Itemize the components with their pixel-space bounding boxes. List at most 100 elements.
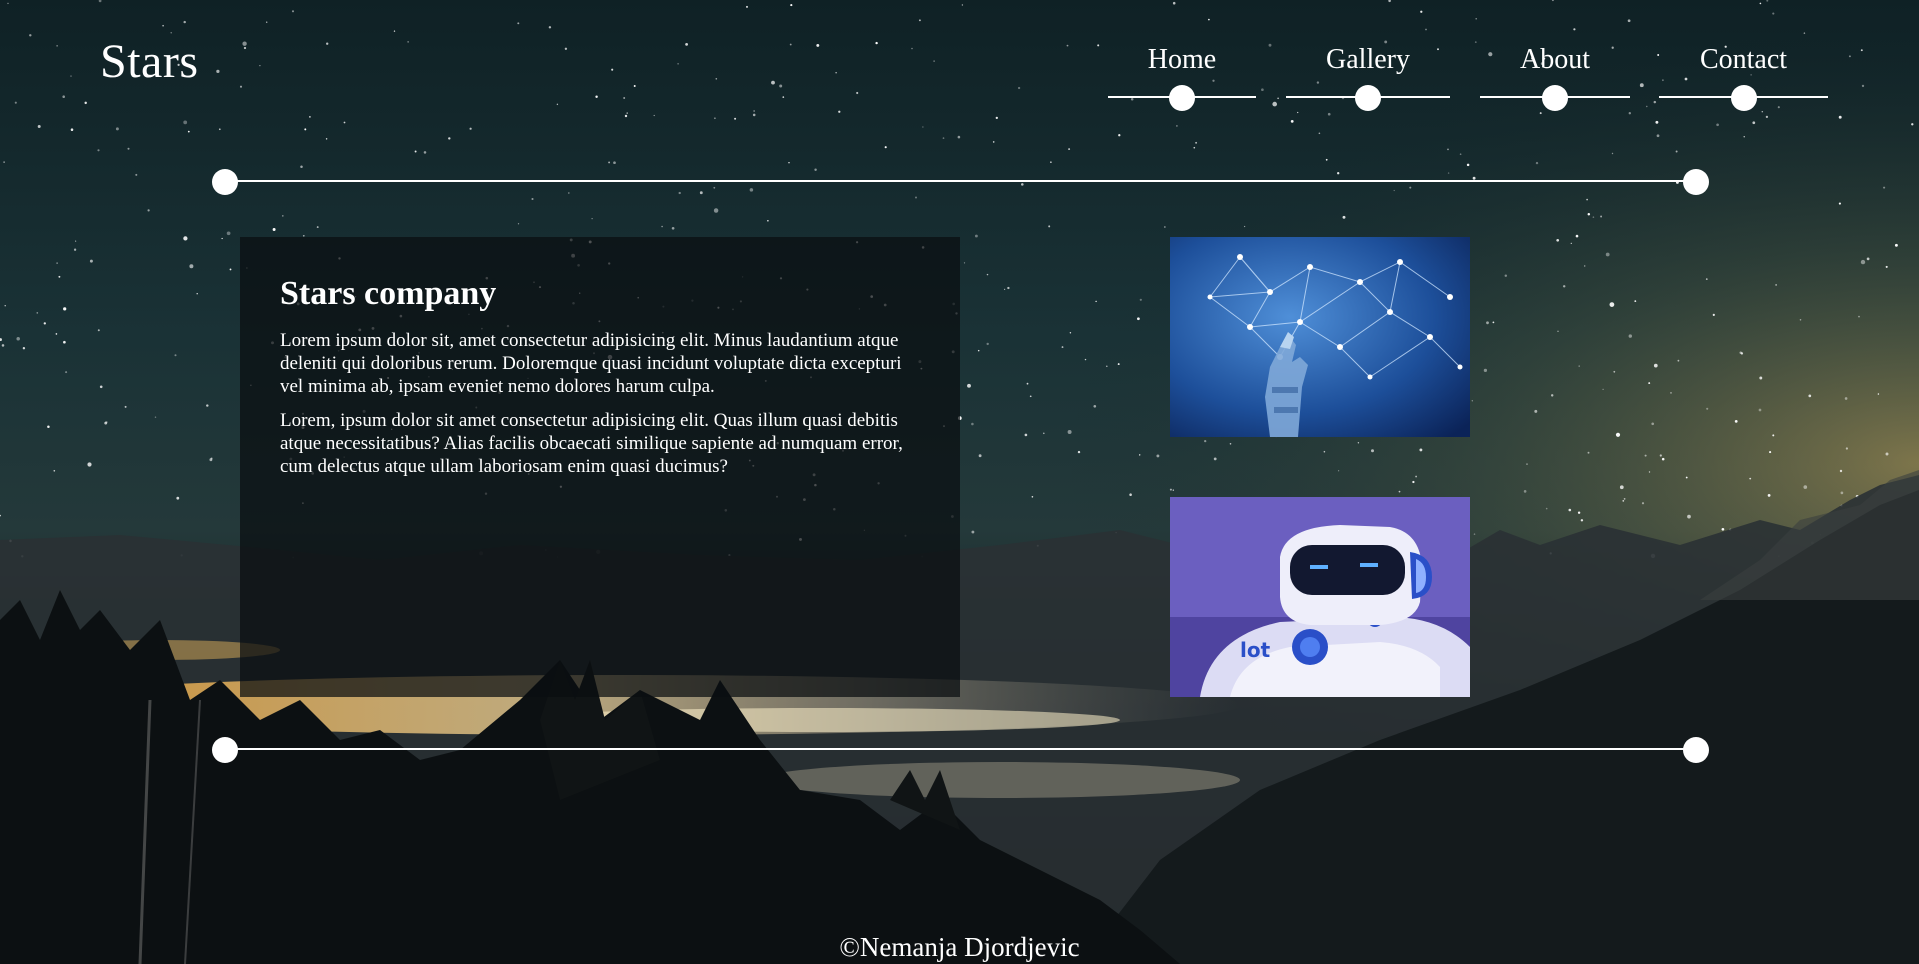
star-dot	[1587, 451, 1590, 454]
star-dot	[1659, 454, 1662, 457]
star-dot	[1061, 346, 1064, 349]
star-dot	[1526, 463, 1528, 465]
star-dot	[1894, 243, 1898, 247]
star-dot	[325, 138, 328, 140]
star-dot	[196, 292, 198, 295]
footer-copyright: ©Nemanja Djordjevic	[839, 932, 1080, 962]
star-dot	[1545, 507, 1548, 510]
star-dot	[661, 225, 663, 228]
robot-image: lot	[1170, 497, 1470, 697]
star-dot	[1648, 382, 1651, 385]
star-dot	[43, 322, 46, 325]
about-panel: Stars company Lorem ipsum dolor sit, ame…	[240, 237, 960, 697]
star-dot	[1655, 120, 1659, 124]
star-dot	[1670, 392, 1672, 394]
star-dot	[1459, 153, 1462, 156]
star-dot	[1357, 442, 1360, 444]
star-dot	[992, 141, 995, 143]
star-dot	[1129, 493, 1132, 496]
star-dot	[1213, 457, 1217, 461]
star-dot	[1687, 514, 1691, 519]
star-dot	[1685, 476, 1688, 479]
star-dot	[104, 421, 108, 425]
star-dot	[1586, 198, 1588, 201]
star-dot	[1029, 395, 1032, 398]
star-dot	[469, 127, 472, 130]
star-dot	[1712, 313, 1715, 316]
star-dot	[1425, 28, 1427, 31]
star-dot	[1885, 452, 1889, 456]
star-dot	[1619, 485, 1624, 490]
star-dot	[608, 161, 611, 164]
nav-item-contact[interactable]: Contact	[1659, 40, 1828, 116]
star-dot	[1193, 146, 1196, 149]
nav-label-gallery[interactable]: Gallery	[1286, 40, 1450, 80]
nav-label-home[interactable]: Home	[1108, 40, 1256, 80]
star-dot	[1050, 161, 1052, 163]
nav-item-home[interactable]: Home	[1108, 40, 1256, 116]
star-dot	[1243, 225, 1246, 228]
star-dot	[1885, 265, 1888, 268]
star-dot	[1290, 120, 1294, 123]
star-dot	[1550, 394, 1554, 397]
star-dot	[1007, 286, 1010, 290]
star-dot	[1808, 394, 1812, 398]
star-dot	[1471, 400, 1473, 402]
star-dot	[922, 126, 924, 128]
star-dot	[942, 137, 945, 139]
star-dot	[189, 264, 194, 269]
star-dot	[1043, 432, 1045, 435]
star-dot	[1734, 420, 1738, 423]
star-dot	[3, 161, 5, 163]
nav-item-gallery[interactable]: Gallery	[1286, 40, 1450, 116]
nav-label-about[interactable]: About	[1480, 40, 1630, 80]
star-dot	[1031, 495, 1034, 498]
star-dot	[517, 22, 520, 25]
star-dot	[1568, 508, 1572, 512]
divider-line	[224, 180, 1697, 182]
star-dot	[1609, 302, 1615, 307]
panel-title: Stars company	[280, 275, 497, 312]
star-dot	[914, 196, 918, 199]
star-dot	[1613, 370, 1616, 373]
star-dot	[974, 234, 978, 238]
star-dot	[1653, 363, 1658, 368]
star-dot	[1067, 430, 1072, 434]
star-dot	[1420, 10, 1423, 13]
star-dot	[1557, 330, 1559, 333]
star-dot	[316, 226, 319, 229]
star-dot	[162, 24, 164, 27]
star-dot	[127, 147, 130, 150]
star-dot	[1534, 409, 1538, 413]
star-dot	[97, 149, 100, 152]
star-dot	[884, 146, 887, 149]
nav-dot-icon	[1730, 85, 1757, 111]
star-dot	[613, 161, 616, 165]
star-dot	[1656, 134, 1660, 138]
star-dot	[1622, 500, 1625, 502]
panel-paragraph-2: Lorem, ipsum dolor sit amet consectetur …	[280, 410, 903, 477]
star-dot	[187, 130, 190, 133]
star-dot	[1048, 225, 1051, 228]
star-dot	[971, 422, 974, 426]
top-divider	[212, 169, 1709, 195]
star-dot	[1169, 488, 1172, 491]
star-dot	[304, 128, 307, 131]
star-dot	[99, 385, 103, 389]
star-dot	[986, 273, 989, 276]
star-dot	[961, 4, 964, 6]
star-dot	[1342, 215, 1346, 219]
star-dot	[1583, 265, 1586, 267]
nav-label-contact[interactable]: Contact	[1659, 40, 1828, 80]
star-dot	[671, 226, 675, 230]
star-dot	[221, 237, 223, 240]
star-dot	[423, 151, 427, 154]
star-dot	[971, 530, 975, 534]
nav-item-about[interactable]: About	[1480, 40, 1630, 116]
nav-dot-icon	[1542, 85, 1568, 111]
star-dot	[977, 349, 980, 352]
star-dot	[591, 217, 593, 220]
star-dot	[1587, 212, 1591, 216]
star-dot	[1077, 450, 1081, 454]
star-dot	[70, 128, 74, 131]
